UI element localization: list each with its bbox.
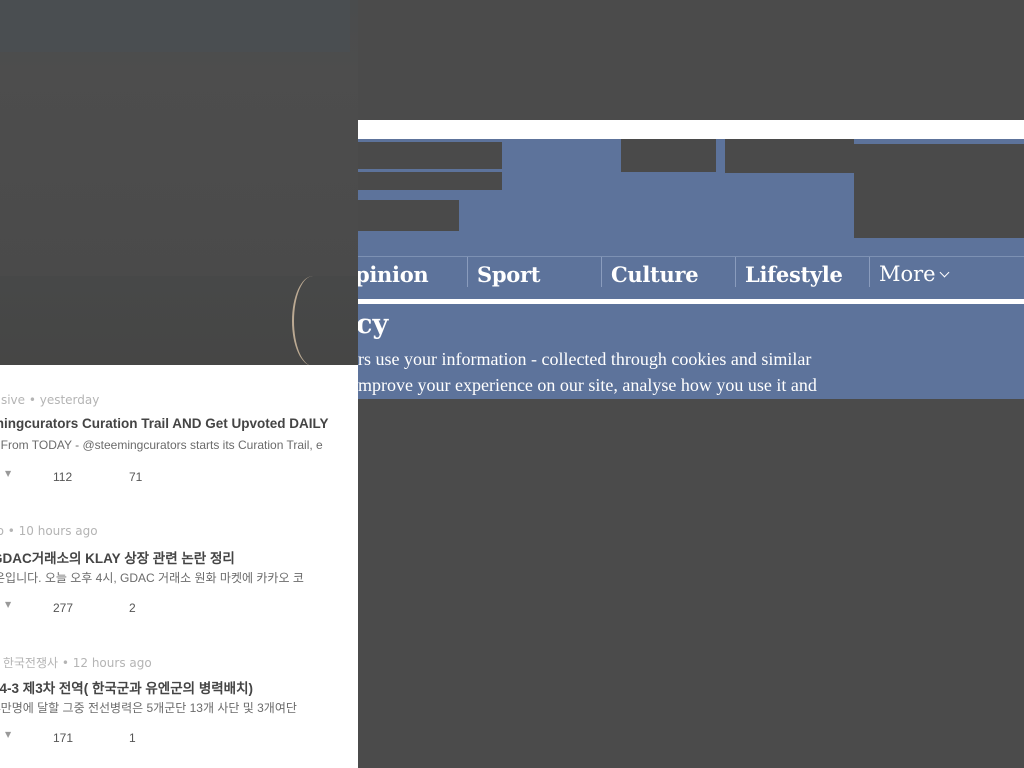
post-payout[interactable]: 171 bbox=[53, 731, 73, 745]
nav-more-button[interactable]: More bbox=[879, 257, 950, 292]
post-votes[interactable]: 1 bbox=[129, 731, 136, 745]
obscured-block bbox=[854, 144, 1024, 174]
main-nav: pinion Sport Culture Lifestyle More bbox=[358, 256, 1024, 301]
hero-image bbox=[0, 0, 358, 365]
header-top-band bbox=[358, 120, 1024, 139]
list-item[interactable]: lusive • yesterday mingcurators Curation… bbox=[0, 365, 358, 495]
privacy-title: cy bbox=[358, 309, 389, 340]
obscured-block bbox=[621, 139, 716, 172]
post-meta: co • 10 hours ago bbox=[0, 524, 98, 538]
payout-dropdown-icon[interactable]: ▼ bbox=[5, 600, 11, 609]
nav-more-label: More bbox=[879, 262, 936, 286]
nav-divider bbox=[467, 257, 468, 287]
privacy-text-line: rs use your information - collected thro… bbox=[358, 349, 812, 369]
nav-item-lifestyle[interactable]: Lifestyle bbox=[745, 257, 843, 292]
post-meta: lusive • yesterday bbox=[0, 393, 100, 407]
nav-item-opinion[interactable]: pinion bbox=[358, 257, 429, 292]
post-payout[interactable]: 112 bbox=[53, 470, 72, 484]
post-votes[interactable]: 2 bbox=[129, 601, 136, 615]
nav-divider bbox=[735, 257, 736, 287]
list-item[interactable]: co • 10 hours ago GDAC거래소의 KLAY 상장 관련 논란… bbox=[0, 496, 358, 626]
obscured-block bbox=[358, 200, 459, 231]
obscured-block bbox=[725, 139, 854, 173]
chevron-down-icon bbox=[939, 267, 950, 278]
post-title[interactable]: GDAC거래소의 KLAY 상장 관련 논란 정리 bbox=[0, 547, 235, 567]
hero-arc-decoration bbox=[292, 276, 334, 365]
post-feed: lusive • yesterday mingcurators Curation… bbox=[0, 365, 358, 768]
hero-top-strip bbox=[0, 0, 350, 52]
nav-item-culture[interactable]: Culture bbox=[611, 257, 699, 292]
nav-divider bbox=[601, 257, 602, 287]
nav-divider bbox=[869, 257, 870, 287]
site-header: pinion Sport Culture Lifestyle More cy r… bbox=[358, 139, 1024, 399]
post-excerpt[interactable]: ! From TODAY - @steemingcurators starts … bbox=[0, 438, 323, 452]
post-title[interactable]: 14-3 제3차 전역( 한국군과 유엔군의 병력배치) bbox=[0, 677, 253, 697]
post-title[interactable]: mingcurators Curation Trail AND Get Upvo… bbox=[0, 416, 329, 431]
obscured-block bbox=[358, 172, 502, 190]
post-excerpt[interactable]: 온입니다. 오늘 오후 4시, GDAC 거래소 원화 마켓에 카카오 코 bbox=[0, 569, 304, 586]
nav-divider-rule bbox=[358, 299, 1024, 304]
obscured-block bbox=[358, 142, 502, 169]
obscured-block bbox=[854, 174, 1024, 238]
post-payout[interactable]: 277 bbox=[53, 601, 73, 615]
payout-dropdown-icon[interactable]: ▼ bbox=[5, 469, 11, 478]
nav-item-sport[interactable]: Sport bbox=[477, 257, 540, 292]
post-meta: H 한국전쟁사 • 12 hours ago bbox=[0, 656, 152, 670]
payout-dropdown-icon[interactable]: ▼ bbox=[5, 730, 11, 739]
post-votes[interactable]: 71 bbox=[129, 470, 142, 484]
post-excerpt[interactable]: 4만명에 달할 그중 전선병력은 5개군단 13개 사단 및 3개여단 bbox=[0, 699, 297, 716]
list-item[interactable]: H 한국전쟁사 • 12 hours ago 14-3 제3차 전역( 한국군과… bbox=[0, 626, 358, 756]
privacy-text-line: mprove your experience on our site, anal… bbox=[358, 375, 817, 395]
